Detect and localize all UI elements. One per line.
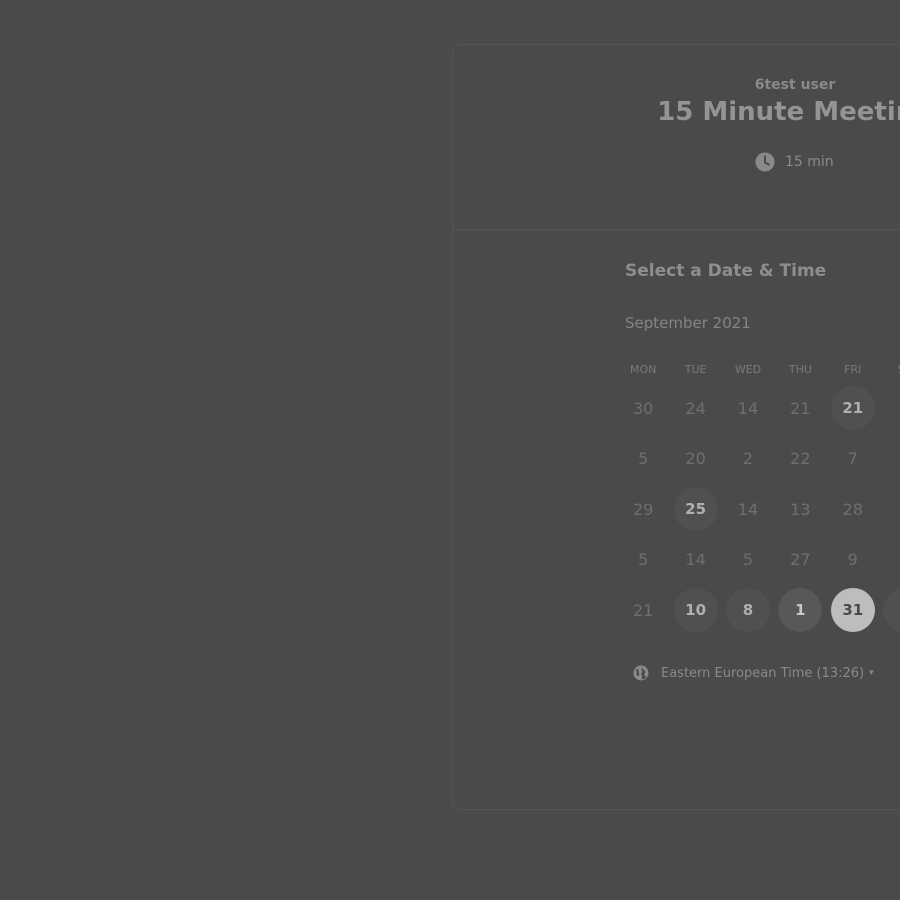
weekday-label: WED [734, 363, 762, 376]
calendar-cell: 1 [774, 588, 826, 633]
calendar-day-disabled: 2 [742, 449, 754, 469]
calendar-cell: 5 [617, 538, 669, 582]
calendar-day-disabled: 5 [638, 550, 649, 570]
calendar-cell: 5 [617, 437, 669, 481]
calendar-day-disabled: 24 [685, 398, 706, 418]
calendar-cell: 13 [774, 487, 826, 531]
calendar-day-available[interactable]: 1 [778, 588, 823, 633]
calendar-day-disabled: 27 [790, 550, 811, 570]
calendar-day-disabled: 20 [685, 449, 706, 469]
calendar-day-selected[interactable]: 31 [830, 588, 875, 633]
calendar-day-disabled: 2 [883, 386, 900, 430]
calendar-week-row: 30241421212 [617, 383, 900, 434]
calendar-day-disabled: 30 [633, 398, 654, 418]
timezone-label: Eastern European Time (13:26) [661, 665, 865, 681]
weekday-label: TUE [684, 363, 707, 376]
calendar-day-available[interactable]: 10 [673, 588, 718, 633]
calendar-day-disabled: 5 [742, 550, 754, 570]
calendar-cell: 14 [669, 538, 721, 582]
duration-label: 15 min [785, 154, 834, 170]
calendar-cell: 27 [774, 538, 826, 582]
calendar-day-disabled: 9 [847, 550, 858, 570]
calendar-cell: 21 [774, 386, 826, 430]
calendar-day-disabled: 7 [847, 449, 858, 469]
section-title: Select a Date & Time [625, 261, 827, 281]
host-name: 6test user [754, 77, 836, 93]
calendar-cell: 30 [617, 386, 669, 430]
calendar-day-disabled: 21 [790, 398, 811, 418]
calendar-cell: 31 [827, 588, 879, 633]
month-label: September 2021 [625, 314, 751, 332]
weekday-label: FRI [844, 363, 862, 376]
calendar-day-disabled: 14 [737, 398, 759, 418]
calendar-week-row: 21 1081312 [617, 585, 900, 636]
calendar-day-disabled: 29 [633, 499, 654, 519]
calendar-cell: 2 [879, 538, 900, 582]
calendar-day-disabled: 21 [633, 600, 654, 620]
calendar-day-available[interactable]: 8 [725, 588, 770, 633]
calendar-cell: 2 [879, 588, 900, 633]
calendar-cell: 22 [774, 437, 826, 481]
calendar-cell: 1 [879, 487, 900, 531]
event-duration: 15 min [755, 151, 834, 173]
booking-page: 6test user 15 Minute Meeting 15 min Sele… [0, 0, 900, 900]
calendar-day-disabled: 5 [638, 449, 649, 469]
calendar-cell: 10 [669, 588, 721, 633]
calendar-cell: 24 [669, 386, 721, 430]
calendar-cell: 21 [827, 386, 879, 431]
calendar-day-available[interactable]: 2 [883, 588, 900, 633]
booking-card: 6test user 15 Minute Meeting 15 min Sele… [452, 44, 900, 810]
event-header: 6test user 15 Minute Meeting 15 min [453, 45, 900, 230]
calendar-day-disabled: 28 [842, 499, 863, 519]
timezone-selector[interactable]: Eastern European Time (13:26) ▾ [633, 665, 874, 681]
weekday-label: SA [879, 363, 900, 376]
calendar-day-available[interactable]: 21 [830, 386, 875, 431]
calendar-week-row: 5 14 5 27 9 2 [617, 535, 900, 586]
event-title: 15 Minute Meeting [657, 97, 900, 127]
calendar-day-disabled: 22 [790, 449, 811, 469]
caret-down-icon: ▾ [869, 668, 874, 678]
calendar-day-disabled: 2 [883, 437, 900, 481]
weekday-label: MON [630, 363, 657, 376]
calendar-cell: 29 [617, 487, 669, 531]
clock-icon [755, 152, 775, 172]
calendar-cell: 20 [669, 437, 721, 481]
calendar-cell: 25 [669, 487, 721, 532]
calendar-cell: 2 [879, 437, 900, 481]
calendar-day-disabled: 13 [790, 499, 811, 519]
calendar-day-disabled: 2 [883, 538, 900, 582]
weekday-label: THU [788, 363, 812, 376]
calendar-cell: 8 [722, 588, 774, 633]
weekday-header: MON TUE WED THU FRI SA [617, 363, 900, 376]
calendar-day-disabled: 14 [737, 499, 759, 519]
calendar-day-disabled: 14 [685, 550, 706, 570]
calendar-day-disabled: 1 [883, 487, 900, 531]
calendar-cell: 5 [722, 538, 774, 582]
calendar-week-row: 29 25 14 13 28 1 [617, 484, 900, 535]
calendar-cell: 2 [879, 386, 900, 430]
calendar-cell: 21 [617, 588, 669, 632]
calendar-cell: 28 [827, 487, 879, 531]
calendar-cell: 14 [722, 487, 774, 531]
calendar-cell: 7 [827, 437, 879, 481]
calendar-cell: 9 [827, 538, 879, 582]
calendar-grid: 3024142121252022272292514132815145279221… [617, 383, 900, 636]
calendar-cell: 2 [722, 437, 774, 481]
calendar-cell: 14 [722, 386, 774, 430]
calendar-week-row: 52022272 [617, 434, 900, 485]
globe-icon [633, 665, 649, 681]
calendar-day-available[interactable]: 25 [673, 487, 718, 532]
